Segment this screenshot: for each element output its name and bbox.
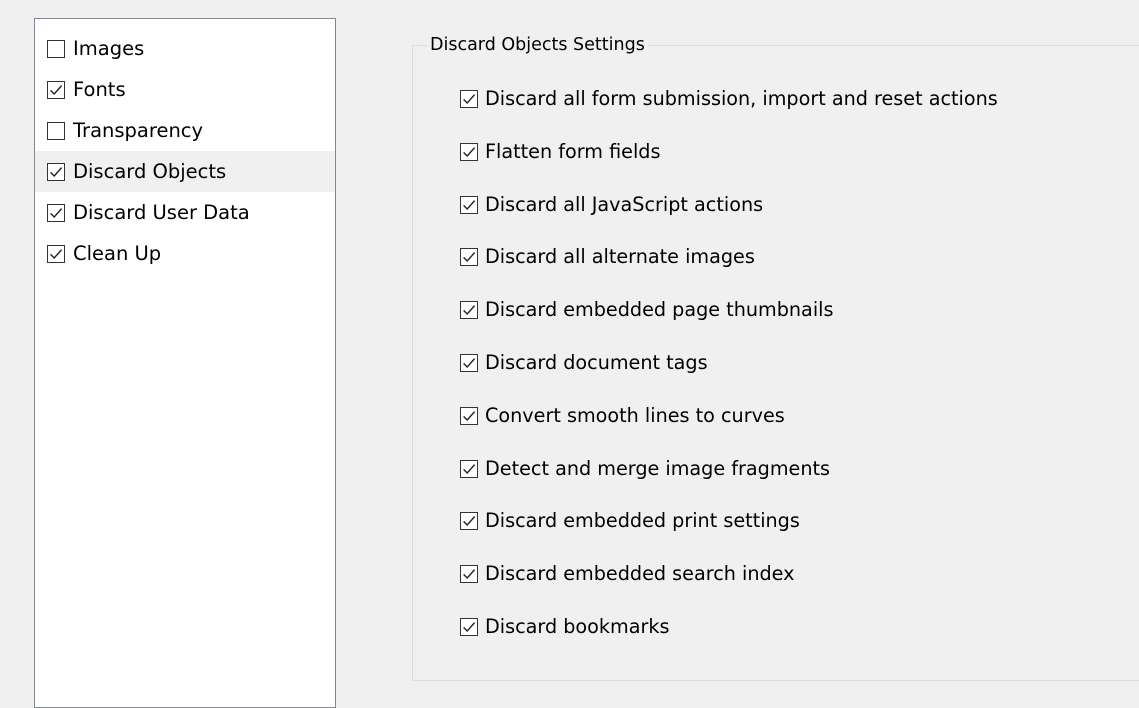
option-convert-smooth-lines-to-curves[interactable]: Convert smooth lines to curves <box>460 403 998 456</box>
option-checkbox-discard-all-form-submission-import-and-reset-actions[interactable] <box>460 90 478 108</box>
option-label: Discard all JavaScript actions <box>485 192 764 216</box>
category-label: Images <box>73 36 145 60</box>
category-list[interactable]: Images Fonts Transparency Discard Objects Di… <box>34 18 336 708</box>
category-item-clean-up[interactable]: Clean Up <box>35 233 335 274</box>
checkmark-icon <box>463 305 476 316</box>
option-checkbox-detect-and-merge-image-fragments[interactable] <box>460 459 478 478</box>
category-item-fonts[interactable]: Fonts <box>35 69 335 110</box>
option-checkbox-discard-document-tags[interactable] <box>460 353 478 372</box>
category-checkbox-discard-objects[interactable] <box>47 162 65 181</box>
category-checkbox-transparency[interactable] <box>47 121 65 140</box>
category-item-discard-objects[interactable]: Discard Objects <box>35 151 335 192</box>
option-discard-all-javascript-actions[interactable]: Discard all JavaScript actions <box>460 192 998 245</box>
checkmark-icon <box>50 84 63 95</box>
option-discard-all-form-submission-import-and-reset-actions[interactable]: Discard all form submission, import and … <box>460 86 998 139</box>
settings-options: Discard all form submission, import and … <box>460 86 998 667</box>
checkmark-icon <box>463 463 476 474</box>
checkmark-icon <box>463 358 476 369</box>
option-discard-all-alternate-images[interactable]: Discard all alternate images <box>460 244 998 297</box>
category-checkbox-clean-up[interactable] <box>47 244 65 263</box>
option-label: Discard embedded page thumbnails <box>485 298 834 322</box>
option-checkbox-discard-all-javascript-actions[interactable] <box>460 195 478 214</box>
option-label: Discard embedded search index <box>485 562 795 586</box>
checkmark-icon <box>463 146 476 157</box>
option-discard-embedded-search-index[interactable]: Discard embedded search index <box>460 561 998 614</box>
option-label: Discard all form submission, import and … <box>485 87 998 110</box>
category-label: Discard User Data <box>73 200 250 224</box>
option-discard-bookmarks[interactable]: Discard bookmarks <box>460 614 998 667</box>
checkmark-icon <box>463 516 476 527</box>
category-label: Discard Objects <box>73 159 227 183</box>
option-checkbox-convert-smooth-lines-to-curves[interactable] <box>460 406 478 425</box>
option-checkbox-discard-embedded-search-index[interactable] <box>460 565 478 584</box>
checkmark-icon <box>463 569 476 580</box>
settings-group-title: Discard Objects Settings <box>428 33 648 57</box>
checkmark-icon <box>463 410 476 421</box>
option-label: Convert smooth lines to curves <box>485 403 785 427</box>
option-checkbox-discard-embedded-print-settings[interactable] <box>460 512 478 531</box>
category-label: Clean Up <box>73 241 162 265</box>
option-label: Discard all alternate images <box>485 245 755 269</box>
option-checkbox-discard-bookmarks[interactable] <box>460 617 478 636</box>
checkmark-icon <box>50 166 63 177</box>
option-checkbox-discard-embedded-page-thumbnails[interactable] <box>460 301 478 320</box>
checkmark-icon <box>463 622 476 632</box>
option-discard-embedded-page-thumbnails[interactable]: Discard embedded page thumbnails <box>460 297 998 350</box>
category-checkbox-discard-user-data[interactable] <box>47 203 65 222</box>
option-label: Discard document tags <box>485 350 708 374</box>
category-item-images[interactable]: Images <box>35 28 335 69</box>
checkmark-icon <box>463 94 476 105</box>
option-flatten-form-fields[interactable]: Flatten form fields <box>460 139 998 192</box>
checkmark-icon <box>50 207 63 218</box>
option-label: Discard embedded print settings <box>485 509 800 533</box>
option-checkbox-discard-all-alternate-images[interactable] <box>460 248 478 267</box>
category-checkbox-fonts[interactable] <box>47 80 65 99</box>
category-item-discard-user-data[interactable]: Discard User Data <box>35 192 335 233</box>
option-label: Discard bookmarks <box>485 614 670 638</box>
checkmark-icon <box>463 252 476 263</box>
category-item-transparency[interactable]: Transparency <box>35 110 335 151</box>
option-label: Flatten form fields <box>485 139 661 163</box>
checkmark-icon <box>50 248 63 259</box>
checkmark-icon <box>463 199 476 210</box>
option-checkbox-flatten-form-fields[interactable] <box>460 142 478 161</box>
category-label: Transparency <box>73 118 204 142</box>
category-checkbox-images[interactable] <box>47 39 65 58</box>
option-detect-and-merge-image-fragments[interactable]: Detect and merge image fragments <box>460 456 998 509</box>
category-label: Fonts <box>73 77 126 101</box>
option-label: Detect and merge image fragments <box>485 456 831 480</box>
option-discard-document-tags[interactable]: Discard document tags <box>460 350 998 403</box>
option-discard-embedded-print-settings[interactable]: Discard embedded print settings <box>460 508 998 561</box>
